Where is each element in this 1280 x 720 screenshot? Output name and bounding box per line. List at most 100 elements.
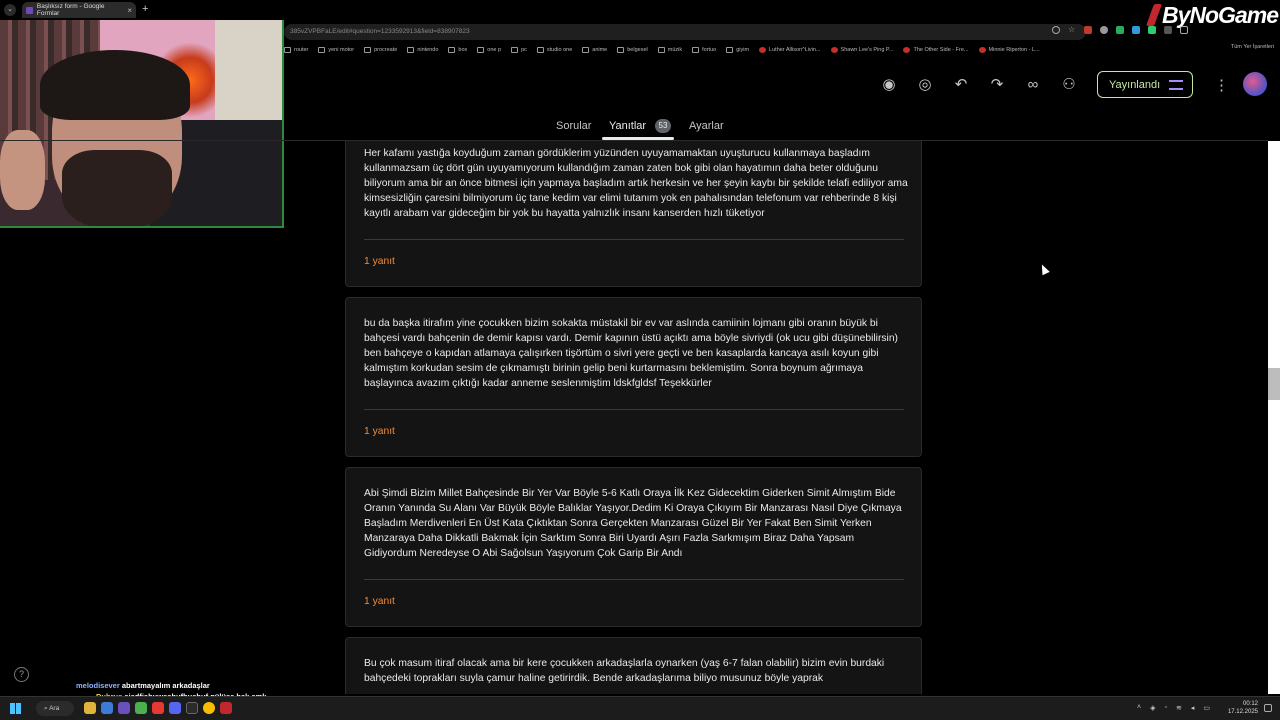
folder-icon xyxy=(318,47,326,53)
zoom-icon[interactable] xyxy=(1052,26,1060,34)
bookmark-label: müzik xyxy=(667,47,683,53)
form-toolbar: ◉ ◎ ↶ ↷ ∞ ⚇ xyxy=(880,76,1078,94)
youtube-icon xyxy=(830,47,838,53)
folder-icon xyxy=(448,47,456,53)
folder-icon xyxy=(407,47,415,53)
new-tab-button[interactable]: + xyxy=(142,3,148,15)
folder-icon xyxy=(582,47,590,53)
scrollbar[interactable] xyxy=(1268,141,1280,694)
bookmark-item[interactable]: procreate xyxy=(364,47,397,53)
bookmark-label: belgesel xyxy=(627,47,648,53)
bookmark-label: nintendo xyxy=(417,47,439,53)
bookmark-item[interactable]: Luther Allison^Livin... xyxy=(759,47,821,53)
extension-icon[interactable] xyxy=(1148,26,1156,34)
bookmark-item[interactable]: Minnie Riperton - L... xyxy=(978,47,1040,53)
tab-search-icon[interactable]: ⌄ xyxy=(4,4,16,16)
bookmark-item[interactable]: belgesel xyxy=(617,47,648,53)
wifi-icon[interactable]: ≋ xyxy=(1176,704,1182,712)
response-card: Her kafamı yastığa koyduğum zaman gördük… xyxy=(345,141,922,287)
link-icon[interactable]: ∞ xyxy=(1024,76,1042,94)
responses-count-badge: 53 xyxy=(655,119,671,133)
extension-icon[interactable] xyxy=(1116,26,1124,34)
extension-icon[interactable] xyxy=(1164,26,1172,34)
folder-icon xyxy=(364,47,372,53)
bookmark-label: box xyxy=(458,47,468,53)
bookmark-label: Luther Allison^Livin... xyxy=(769,47,821,53)
app-icon[interactable] xyxy=(186,702,198,714)
browser-tabstrip: ⌄ Başlıksız form - Google Formlar × + xyxy=(0,0,1280,20)
windows-start-icon[interactable] xyxy=(10,703,21,714)
volume-icon[interactable]: ◂ xyxy=(1191,704,1195,712)
redo-icon[interactable]: ↷ xyxy=(988,76,1006,94)
chevron-up-icon[interactable]: ˄ xyxy=(1137,704,1141,712)
publish-settings-icon xyxy=(1169,79,1184,90)
help-icon[interactable]: ? xyxy=(14,667,29,682)
tab-questions[interactable]: Sorular xyxy=(556,120,591,132)
close-tab-icon[interactable]: × xyxy=(127,6,132,15)
app-icon[interactable] xyxy=(220,702,232,714)
bookmark-item[interactable]: anime xyxy=(582,47,607,53)
palette-icon[interactable]: ◉ xyxy=(880,76,898,94)
bookmark-item[interactable]: Shawn Lee's Ping P... xyxy=(830,47,893,53)
mic-icon[interactable]: ◦ xyxy=(1165,704,1167,712)
app-icon[interactable] xyxy=(101,702,113,714)
extension-icon[interactable] xyxy=(1084,26,1092,34)
bookmark-item[interactable]: giyim xyxy=(726,47,749,53)
response-count-link[interactable]: 1 yanıt xyxy=(364,426,395,437)
avatar[interactable] xyxy=(1243,72,1267,96)
taskbar-clock[interactable]: 00:12 17.12.2025 xyxy=(1228,700,1258,716)
taskbar: ⌕ Ara ˄ ◈ ◦ ≋ ◂ ▭ 00:12 17.12.2025 xyxy=(0,696,1280,720)
bookmark-item[interactable]: müzik xyxy=(657,47,683,53)
battery-icon[interactable]: ▭ xyxy=(1203,704,1210,712)
undo-icon[interactable]: ↶ xyxy=(952,76,970,94)
bookmark-label: anime xyxy=(592,47,608,53)
star-icon[interactable]: ☆ xyxy=(1068,26,1076,34)
browser-tab-title: Başlıksız form - Google Formlar xyxy=(36,3,105,17)
app-icon[interactable] xyxy=(152,702,164,714)
chrome-icon[interactable] xyxy=(203,702,215,714)
response-text: Bu çok masum itiraf olacak ama bir kere … xyxy=(364,658,885,684)
add-collaborator-icon[interactable]: ⚇ xyxy=(1060,76,1078,94)
bookmark-item[interactable]: router xyxy=(284,47,308,53)
address-bar[interactable]: 385vZVPBFaLE/edit#question=1233592913&fi… xyxy=(284,24,1086,40)
clock-time: 00:12 xyxy=(1242,701,1258,707)
more-options-icon[interactable]: ⋮ xyxy=(1214,76,1229,94)
file-explorer-icon[interactable] xyxy=(84,702,96,714)
taskbar-search[interactable]: ⌕ Ara xyxy=(36,701,74,716)
tab-settings[interactable]: Ayarlar xyxy=(689,120,724,132)
bookmark-item[interactable]: fortuo xyxy=(692,47,716,53)
extensions-puzzle-icon[interactable] xyxy=(1180,26,1188,34)
streamer-hair xyxy=(40,50,190,120)
bookmark-label: The Other Side - Fre... xyxy=(913,47,969,53)
response-count-link[interactable]: 1 yanıt xyxy=(364,256,395,267)
notifications-icon[interactable] xyxy=(1264,704,1272,712)
responses-list: Her kafamı yastığa koyduğum zaman gördük… xyxy=(0,141,1268,694)
browser-tab[interactable]: Başlıksız form - Google Formlar × xyxy=(22,2,136,18)
bookmark-item[interactable]: The Other Side - Fre... xyxy=(903,47,969,53)
folder-icon xyxy=(692,47,700,53)
published-button[interactable]: Yayınlandı xyxy=(1097,71,1193,98)
app-icon[interactable] xyxy=(135,702,147,714)
app-icon[interactable] xyxy=(169,702,181,714)
network-icon[interactable]: ◈ xyxy=(1150,704,1155,712)
response-count-link[interactable]: 1 yanıt xyxy=(364,596,395,607)
extension-icon[interactable] xyxy=(1132,26,1140,34)
extension-icon[interactable] xyxy=(1100,26,1108,34)
chat-username: melodisever xyxy=(76,681,120,690)
bookmark-item[interactable]: pc xyxy=(511,47,527,53)
chat-message: melodisever abartmayalım arkadaşlar xyxy=(76,680,266,691)
folder-icon xyxy=(511,47,519,53)
bookmark-item[interactable]: box xyxy=(448,47,467,53)
bookmark-item[interactable]: yeni motor xyxy=(318,47,354,53)
bookmark-item[interactable]: nintendo xyxy=(407,47,438,53)
response-text: Her kafamı yastığa koyduğum zaman gördük… xyxy=(364,148,908,219)
all-bookmarks-link[interactable]: Tüm Yer İşaretleri xyxy=(1231,44,1274,50)
bookmarks-bar: router yeni motor procreate nintendo box one … xyxy=(284,44,1280,56)
bookmark-item[interactable]: studio one xyxy=(536,47,572,53)
scrollbar-thumb[interactable] xyxy=(1268,368,1280,400)
tab-responses[interactable]: Yanıtlar xyxy=(609,120,646,132)
preview-eye-icon[interactable]: ◎ xyxy=(916,76,934,94)
bookmark-label: Minnie Riperton - L... xyxy=(988,47,1040,53)
app-icon[interactable] xyxy=(118,702,130,714)
bookmark-item[interactable]: one p xyxy=(477,47,501,53)
